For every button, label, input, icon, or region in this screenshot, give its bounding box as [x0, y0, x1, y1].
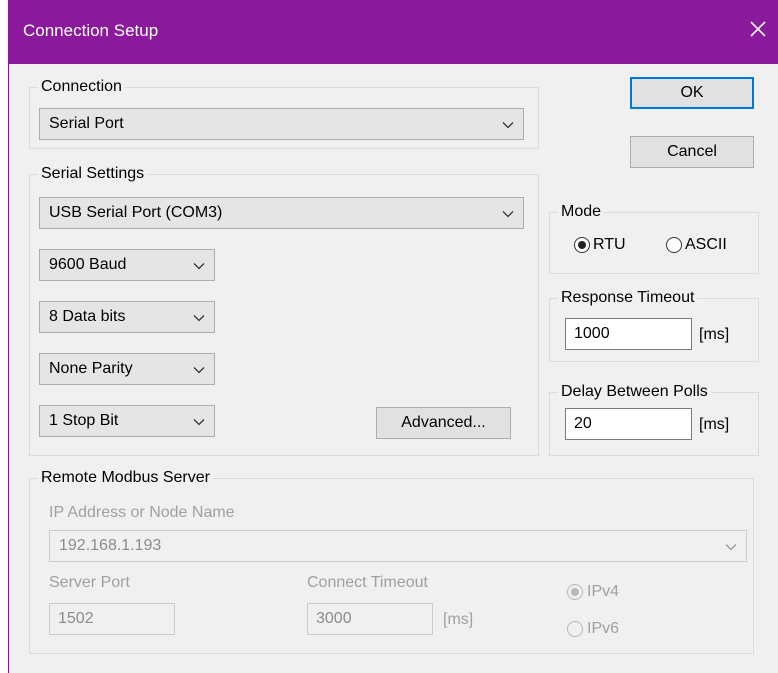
cancel-button[interactable]: Cancel — [630, 136, 754, 168]
connection-type-value: Serial Port — [49, 115, 124, 132]
ipv4-label: IPv4 — [587, 583, 620, 600]
chevron-down-icon — [724, 540, 738, 554]
parity-value: None Parity — [49, 360, 133, 377]
remote-modbus-server-legend: Remote Modbus Server — [38, 467, 213, 489]
connect-timeout-input[interactable]: 3000 — [307, 603, 433, 635]
ascii-radio[interactable] — [665, 236, 683, 254]
chevron-down-icon — [192, 259, 206, 273]
server-port-input[interactable]: 1502 — [49, 603, 175, 635]
ascii-label: ASCII — [685, 236, 727, 253]
connection-legend: Connection — [38, 76, 125, 98]
connection-type-select[interactable]: Serial Port — [39, 108, 524, 140]
connection-setup-dialog: Connection Setup Connection Serial Port … — [8, 0, 778, 673]
response-timeout-unit: [ms] — [699, 326, 730, 343]
title-bar: Connection Setup — [9, 0, 778, 64]
ip-address-label: IP Address or Node Name — [49, 504, 235, 521]
stop-bits-select[interactable]: 1 Stop Bit — [39, 405, 215, 437]
delay-between-polls-unit: [ms] — [699, 416, 730, 433]
rtu-radio[interactable] — [573, 236, 591, 254]
parity-select[interactable]: None Parity — [39, 353, 215, 385]
ipv6-radio[interactable] — [566, 620, 584, 638]
mode-legend: Mode — [558, 201, 605, 223]
window-title: Connection Setup — [23, 21, 159, 40]
chevron-down-icon — [192, 311, 206, 325]
connect-timeout-label: Connect Timeout — [307, 574, 428, 591]
delay-between-polls-legend: Delay Between Polls — [558, 381, 711, 403]
chevron-down-icon — [192, 363, 206, 377]
serial-settings-legend: Serial Settings — [38, 163, 148, 185]
baud-rate-select[interactable]: 9600 Baud — [39, 249, 215, 281]
close-icon[interactable] — [743, 14, 773, 44]
ok-button[interactable]: OK — [630, 77, 754, 109]
server-port-label: Server Port — [49, 574, 130, 591]
ipv4-radio[interactable] — [566, 583, 584, 601]
chevron-down-icon — [501, 207, 515, 221]
ip-address-select[interactable]: 192.168.1.193 — [49, 530, 747, 562]
data-bits-value: 8 Data bits — [49, 308, 126, 325]
chevron-down-icon — [501, 118, 515, 132]
response-timeout-input[interactable]: 1000 — [565, 318, 692, 350]
baud-rate-value: 9600 Baud — [49, 256, 127, 273]
delay-between-polls-input[interactable]: 20 — [565, 408, 692, 440]
ip-address-value: 192.168.1.193 — [59, 537, 162, 554]
serial-port-value: USB Serial Port (COM3) — [49, 204, 223, 221]
ipv6-label: IPv6 — [587, 620, 620, 637]
serial-port-select[interactable]: USB Serial Port (COM3) — [39, 197, 524, 229]
data-bits-select[interactable]: 8 Data bits — [39, 301, 215, 333]
stop-bits-value: 1 Stop Bit — [49, 412, 119, 429]
connect-timeout-unit: [ms] — [443, 611, 474, 628]
advanced-button[interactable]: Advanced... — [376, 407, 511, 439]
response-timeout-legend: Response Timeout — [558, 287, 698, 309]
rtu-label: RTU — [593, 236, 626, 253]
chevron-down-icon — [192, 415, 206, 429]
